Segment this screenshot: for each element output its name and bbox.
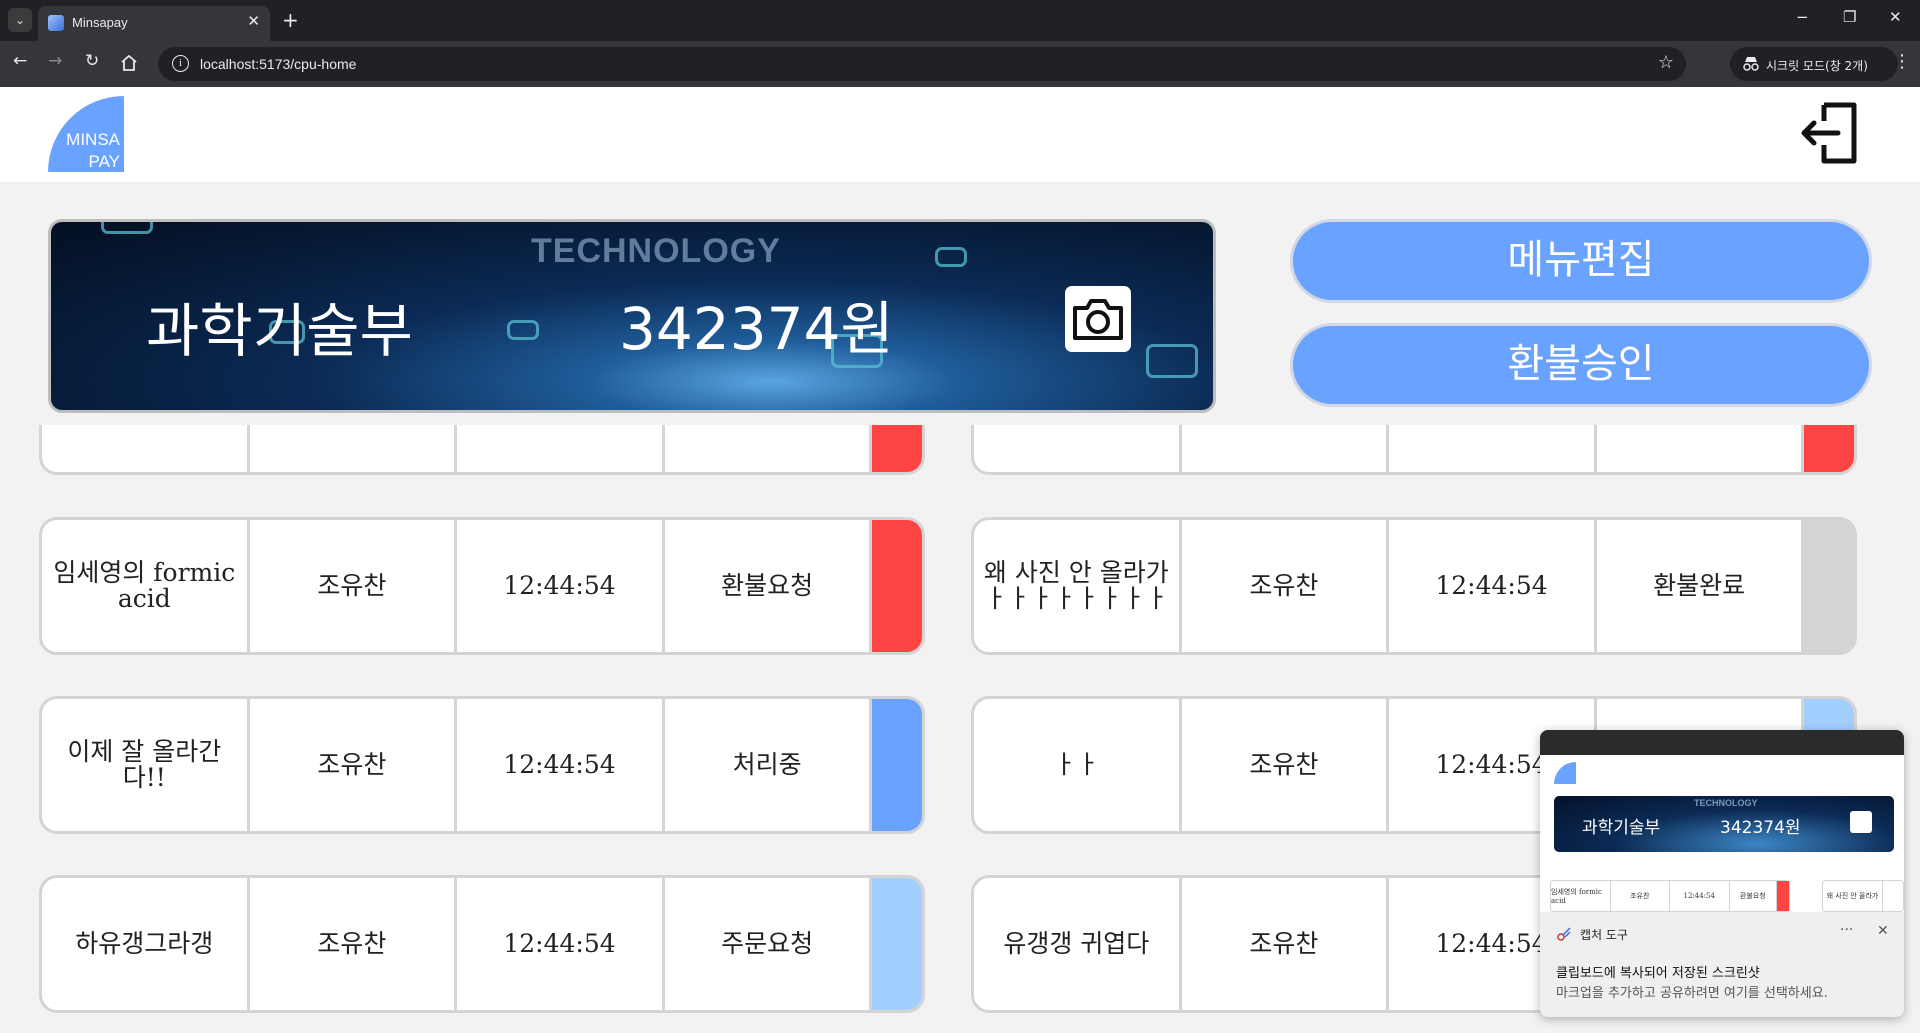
order-row[interactable]: 이제 잘 올라간다!! 조유찬 12:44:54 처리중 xyxy=(39,696,925,834)
window-close-button[interactable]: ✕ xyxy=(1889,8,1902,26)
preview-banner: TECHNOLOGY 과학기술부 342374원 xyxy=(1554,796,1894,852)
order-item: 이제 잘 올라간다!! xyxy=(42,699,250,831)
favicon-icon xyxy=(48,15,64,31)
order-row[interactable] xyxy=(39,425,925,475)
decor-shape xyxy=(935,247,967,267)
snipping-tool-icon xyxy=(1557,927,1571,941)
site-info-icon[interactable]: i xyxy=(172,55,189,72)
status-color-bar xyxy=(1804,425,1854,472)
order-item: 하유갱그라갱 xyxy=(42,878,250,1010)
order-row[interactable]: 임세영의 formic acid 조유찬 12:44:54 환불요청 xyxy=(39,517,925,655)
capture-description: 마크업을 추가하고 공유하려면 여기를 선택하세요. xyxy=(1556,986,1828,1001)
preview-logo xyxy=(1554,762,1576,784)
address-bar[interactable]: i localhost:5173/cpu-home ☆ xyxy=(158,47,1686,81)
preview-order-row: 왜 사진 안 올라가 xyxy=(1822,880,1904,912)
preview-cell: 임세영의 formic acid xyxy=(1551,881,1611,911)
department-balance-banner: TECHNOLOGY 과학기술부 342374원 xyxy=(48,219,1216,413)
status-color-bar xyxy=(1804,520,1854,652)
order-row[interactable]: 왜 사진 안 올라가ㅏㅏㅏㅏㅏㅏㅏㅏ 조유찬 12:44:54 환불완료 xyxy=(971,517,1857,655)
browser-tab-bar: ⌄ Minsapay ✕ + − ❐ ✕ xyxy=(0,0,1920,41)
browser-tab[interactable]: Minsapay ✕ xyxy=(38,6,270,41)
preview-cell: 환불요청 xyxy=(1730,881,1778,911)
logo-text-line1: MINSA xyxy=(66,130,120,149)
capture-app-name: 캡처 도구 xyxy=(1580,928,1628,942)
order-time: 12:44:54 xyxy=(457,699,665,831)
status-color-bar xyxy=(872,425,922,472)
screenshot-preview[interactable]: TECHNOLOGY 과학기술부 342374원 임세영의 formic aci… xyxy=(1540,730,1904,912)
reload-icon[interactable]: ↻ xyxy=(85,51,99,71)
order-item: 임세영의 formic acid xyxy=(42,520,250,652)
preview-cell: 12:44:54 xyxy=(1670,881,1730,911)
order-customer: 조유찬 xyxy=(250,520,458,652)
order-status: 주문요청 xyxy=(665,878,873,1010)
preview-browser-bar xyxy=(1540,730,1904,755)
preview-cell: 왜 사진 안 올라가 xyxy=(1823,881,1883,911)
order-status: 처리중 xyxy=(665,699,873,831)
order-customer: 조유찬 xyxy=(1182,699,1390,831)
incognito-icon xyxy=(1743,57,1759,71)
order-time: 12:44:54 xyxy=(457,520,665,652)
status-color-bar xyxy=(872,878,922,1010)
refund-approve-button[interactable]: 환불승인 xyxy=(1290,323,1872,407)
order-row[interactable] xyxy=(971,425,1857,475)
order-time: 12:44:54 xyxy=(457,878,665,1010)
status-color-bar xyxy=(872,699,922,831)
balance-amount: 342374원 xyxy=(619,295,894,363)
browser-menu-icon[interactable]: ⋮ xyxy=(1893,51,1911,72)
order-item: 유갱갱 귀엽다 xyxy=(974,878,1182,1010)
back-arrow-icon[interactable]: ← xyxy=(13,51,27,71)
restore-button[interactable]: ❐ xyxy=(1843,8,1856,26)
incognito-indicator[interactable]: 시크릿 모드(창 2개) xyxy=(1730,47,1898,81)
more-options-icon[interactable]: ··· xyxy=(1840,922,1853,938)
menu-edit-button[interactable]: 메뉴편집 xyxy=(1290,219,1872,303)
preview-cell: 조유찬 xyxy=(1611,881,1670,911)
camera-icon xyxy=(1073,299,1123,340)
order-customer: 조유찬 xyxy=(250,699,458,831)
capture-title: 클립보드에 복사되어 저장된 스크린샷 xyxy=(1556,966,1760,981)
decor-shape xyxy=(101,222,153,234)
preview-department: 과학기술부 xyxy=(1582,818,1661,838)
logo-text-line2: PAY xyxy=(88,152,121,171)
preview-order-row: 임세영의 formic acid 조유찬 12:44:54 환불요청 xyxy=(1550,880,1790,912)
minimize-button[interactable]: − xyxy=(1796,8,1809,26)
close-notification-icon[interactable]: ✕ xyxy=(1877,923,1889,939)
preview-balance: 342374원 xyxy=(1720,818,1801,838)
order-customer: 조유찬 xyxy=(1182,878,1390,1010)
forward-arrow-icon[interactable]: → xyxy=(48,51,62,71)
order-customer: 조유찬 xyxy=(250,878,458,1010)
order-time: 12:44:54 xyxy=(1389,520,1597,652)
status-color-bar xyxy=(872,520,922,652)
order-status: 환불요청 xyxy=(665,520,873,652)
decor-shape xyxy=(1146,344,1198,378)
order-customer: 조유찬 xyxy=(1182,520,1390,652)
order-row[interactable]: 하유갱그라갱 조유찬 12:44:54 주문요청 xyxy=(39,875,925,1013)
banner-background-text: TECHNOLOGY xyxy=(531,232,781,270)
preview-camera-icon xyxy=(1850,811,1872,833)
home-icon[interactable] xyxy=(120,54,138,72)
minsapay-logo[interactable]: MINSA PAY xyxy=(48,96,124,172)
preview-status-bar xyxy=(1777,881,1789,911)
url-text[interactable]: localhost:5173/cpu-home xyxy=(200,56,356,72)
camera-button[interactable] xyxy=(1065,286,1131,352)
tab-title: Minsapay xyxy=(72,15,128,30)
tab-search-button[interactable]: ⌄ xyxy=(8,8,32,32)
order-status: 환불완료 xyxy=(1597,520,1805,652)
new-tab-button[interactable]: + xyxy=(282,8,299,32)
decor-shape xyxy=(507,320,539,340)
app-header: MINSA PAY xyxy=(0,87,1920,182)
bookmark-star-icon[interactable]: ☆ xyxy=(1658,52,1674,73)
order-item: 왜 사진 안 올라가ㅏㅏㅏㅏㅏㅏㅏㅏ xyxy=(974,520,1182,652)
order-item: ㅏㅏ xyxy=(974,699,1182,831)
browser-toolbar: ← → ↻ i localhost:5173/cpu-home ☆ 시크릿 모드… xyxy=(0,41,1920,87)
incognito-label: 시크릿 모드(창 2개) xyxy=(1766,59,1868,73)
capture-notification[interactable]: TECHNOLOGY 과학기술부 342374원 임세영의 formic aci… xyxy=(1540,730,1904,1017)
preview-tech-text: TECHNOLOGY xyxy=(1694,798,1758,808)
department-name: 과학기술부 xyxy=(146,297,413,365)
tab-close-icon[interactable]: ✕ xyxy=(247,12,260,30)
logout-icon[interactable] xyxy=(1798,101,1860,165)
